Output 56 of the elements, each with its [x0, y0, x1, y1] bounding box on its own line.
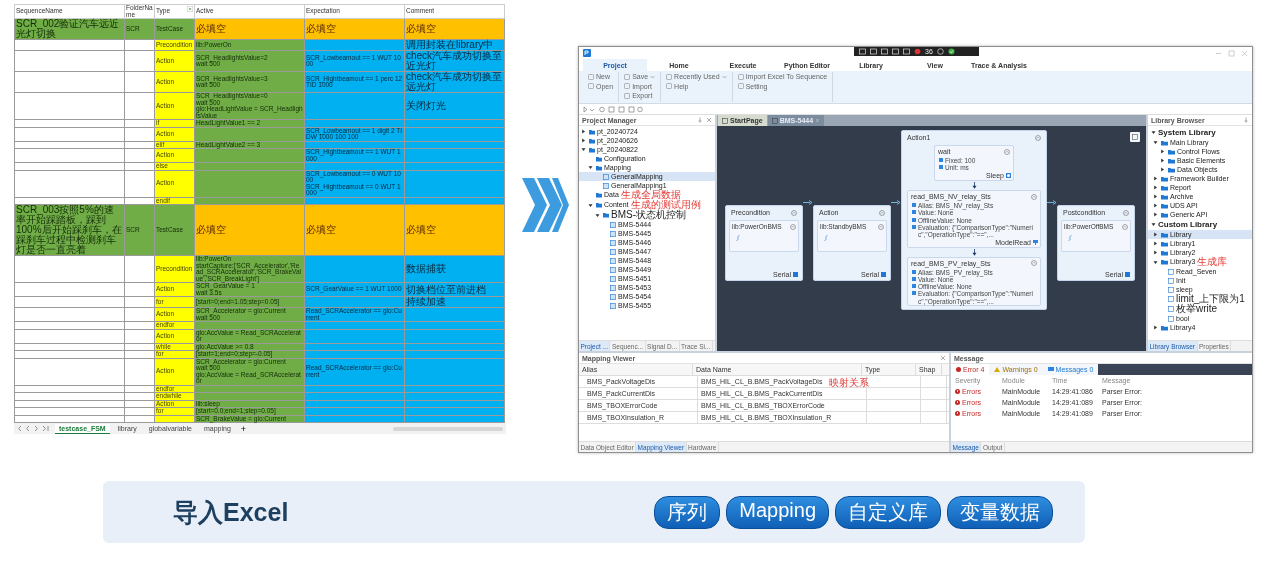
table-cell: 必填空 — [194, 204, 305, 256]
down-arrow-icon — [971, 249, 977, 256]
connector-arrow — [803, 200, 813, 205]
tag-pill: 变量数据 — [947, 495, 1053, 529]
connector-arrow — [891, 200, 901, 205]
edit-icon[interactable] — [1130, 132, 1140, 142]
table-cell — [124, 39, 155, 51]
message-icon — [1047, 367, 1054, 372]
table-cell: 调用封装在library中 — [404, 39, 505, 51]
down-arrow-icon — [971, 182, 977, 190]
table-cell: SCR_002验证汽车远近光灯切换 — [14, 18, 125, 40]
expand-arrow-icon[interactable] — [1153, 325, 1158, 330]
document-icon — [771, 117, 778, 124]
function-icon — [824, 235, 828, 241]
annotation: 映射关系 — [829, 376, 869, 390]
table-cell: 持续加速 — [404, 296, 505, 308]
error-icon — [955, 411, 960, 416]
banner-title: 导入Excel — [173, 496, 289, 528]
tree-item[interactable]: 枚举write — [1167, 304, 1219, 314]
caret-icon — [721, 74, 727, 79]
search-field[interactable] — [1098, 364, 1252, 375]
add-sheet-button[interactable]: + — [238, 423, 249, 434]
library-section-title[interactable]: Custom Library — [1158, 220, 1218, 229]
function-icon — [736, 235, 740, 241]
connector-arrow — [1047, 200, 1057, 205]
function-icon — [1068, 235, 1072, 241]
annotation: 生成的测试用例 — [630, 200, 701, 210]
error-icon — [955, 400, 960, 405]
tree-item[interactable]: limit_上下限为1 — [1167, 294, 1246, 304]
check-icon[interactable] — [947, 48, 955, 55]
tag-pill: Mapping — [726, 495, 829, 529]
annotation: 生成全局数据 — [620, 190, 681, 200]
warning-icon — [994, 367, 1001, 372]
sequence-node[interactable] — [901, 130, 1047, 310]
scrollbar[interactable] — [393, 426, 503, 431]
table-cell — [124, 296, 155, 308]
error-icon — [955, 389, 960, 394]
tag-pill: 自定义库 — [835, 495, 941, 529]
annotation: 生成库 — [1197, 257, 1228, 267]
document-icon — [722, 117, 728, 124]
table-cell: 必填空 — [304, 204, 405, 256]
table-cell: SCR_003按照5%的速率开始踩踏板，踩到100%后开始踩刹车，在踩刹车过程中检测刹车灯是否一直亮着 — [14, 204, 125, 256]
expand-arrow-icon[interactable] — [588, 165, 593, 170]
clock-icon — [1006, 173, 1011, 179]
chevron-arrows-icon — [520, 176, 570, 234]
table-cell: 数据捕获 — [404, 255, 505, 283]
folder-icon — [1161, 324, 1168, 331]
sheet-navigation-icon[interactable] — [17, 425, 51, 432]
tag-pill: 序列 — [654, 495, 721, 529]
table-cell: 关闭灯光 — [404, 92, 505, 120]
caret-icon — [650, 74, 656, 79]
tree-item[interactable]: BMS-状态机控制 — [602, 210, 687, 220]
library-section-title[interactable]: System Library — [1158, 128, 1216, 137]
app-logo-icon — [583, 49, 591, 57]
table-cell: 必填空 — [404, 204, 505, 256]
error-icon — [956, 367, 961, 372]
